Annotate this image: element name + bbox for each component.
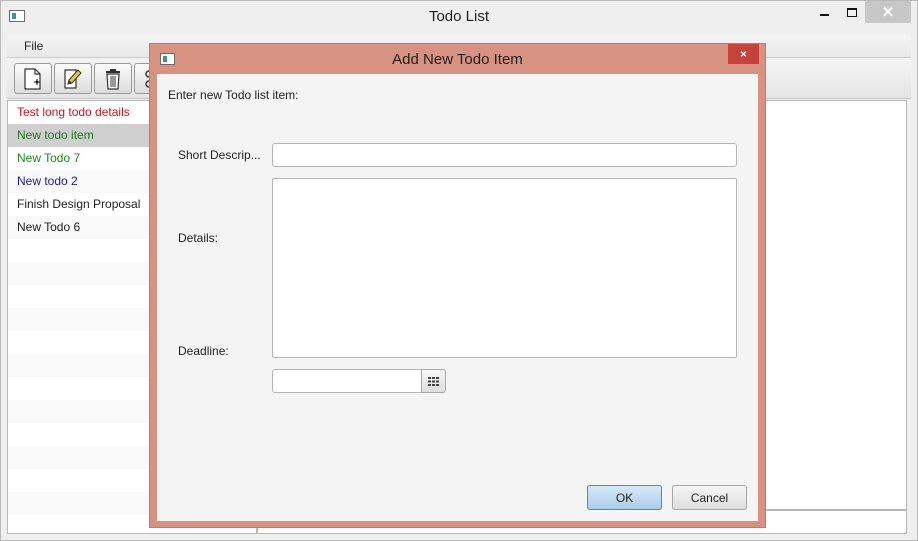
calendar-icon [428, 376, 439, 386]
menu-file[interactable]: File [24, 39, 43, 53]
short-description-input[interactable] [272, 143, 737, 167]
dialog-body: Enter new Todo list item: Short Descrip.… [157, 74, 758, 521]
dialog-title-bar: Add New Todo Item × [150, 44, 765, 72]
add-todo-dialog: Add New Todo Item × Enter new Todo list … [149, 43, 766, 528]
new-todo-button[interactable] [14, 63, 52, 94]
edit-icon [64, 68, 82, 89]
deadline-input[interactable] [272, 369, 422, 393]
new-document-icon [24, 67, 41, 90]
details-textarea[interactable] [272, 178, 737, 358]
edit-todo-button[interactable] [54, 63, 92, 94]
dialog-title: Add New Todo Item [392, 51, 523, 68]
main-title-bar: Todo List ✕ [1, 1, 917, 33]
maximize-icon [847, 7, 857, 17]
dialog-close-button[interactable]: × [728, 44, 759, 64]
details-label: Details: [178, 231, 219, 245]
date-picker-button[interactable] [421, 369, 446, 393]
cancel-button[interactable]: Cancel [672, 485, 747, 510]
close-button[interactable]: ✕ [865, 1, 911, 23]
close-icon: ✕ [881, 4, 895, 21]
ok-button[interactable]: OK [587, 485, 662, 510]
minimize-icon [819, 14, 829, 16]
window-title: Todo List [428, 8, 490, 25]
short-description-label: Short Descrip... [178, 148, 261, 162]
delete-todo-button[interactable] [94, 63, 132, 94]
deadline-label: Deadline: [178, 344, 229, 358]
dialog-header-text: Enter new Todo list item: [168, 88, 299, 102]
trash-icon [106, 68, 120, 90]
maximize-button[interactable] [835, 1, 869, 23]
close-icon: × [739, 47, 747, 61]
